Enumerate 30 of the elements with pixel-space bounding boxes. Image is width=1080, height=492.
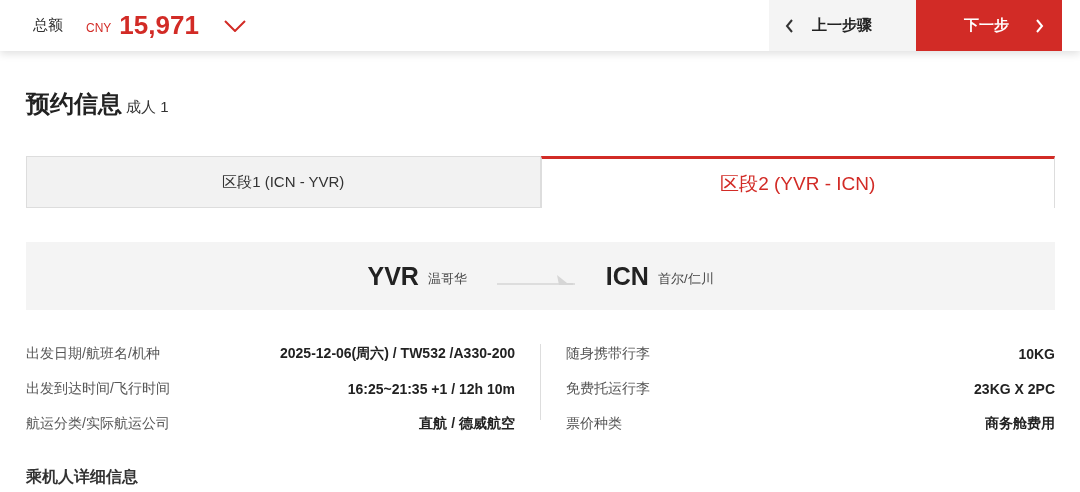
detail-value: 直航 / 德威航空 — [419, 415, 515, 433]
detail-label: 出发日期/航班名/机种 — [26, 345, 160, 363]
total-label: 总额 — [33, 16, 63, 35]
detail-value: 2025-12-06(周六) / TW532 /A330-200 — [280, 345, 515, 363]
total-amount: 15,971 — [119, 10, 199, 41]
next-step-button[interactable]: 下一步 — [916, 0, 1062, 51]
airport-code: ICN — [605, 261, 649, 291]
flight-line-icon — [496, 272, 575, 286]
previous-step-button[interactable]: 上一步骤 — [769, 0, 916, 51]
booking-title: 预约信息 — [26, 89, 122, 119]
city-name: 首尔/仁川 — [657, 270, 714, 288]
chevron-down-icon[interactable] — [223, 19, 246, 32]
chevron-right-icon — [1035, 18, 1044, 33]
detail-label: 航运分类/实际航运公司 — [26, 415, 170, 433]
airport-code: YVR — [367, 261, 419, 291]
detail-label: 免费托运行李 — [566, 380, 650, 398]
detail-label: 出发到达时间/飞行时间 — [26, 380, 170, 398]
currency-label: CNY — [86, 20, 112, 35]
detail-value: 23KG X 2PC — [974, 381, 1055, 397]
detail-value: 10KG — [1018, 346, 1055, 362]
detail-value: 16:25~21:35 +1 / 12h 10m — [347, 381, 515, 397]
section-title: 乘机人详细信息 — [26, 467, 139, 487]
segment-tab[interactable]: 区段2 (YVR - ICN) — [540, 156, 1055, 208]
detail-label: 随身携带行李 — [566, 345, 650, 363]
segment-tab[interactable]: 区段1 (ICN - YVR) — [26, 156, 541, 208]
city-name: 温哥华 — [427, 270, 467, 288]
chevron-left-icon — [785, 18, 794, 33]
passenger-count: 成人 1 — [126, 98, 169, 117]
detail-value: 商务舱费用 — [985, 415, 1055, 433]
detail-label: 票价种类 — [566, 415, 622, 433]
